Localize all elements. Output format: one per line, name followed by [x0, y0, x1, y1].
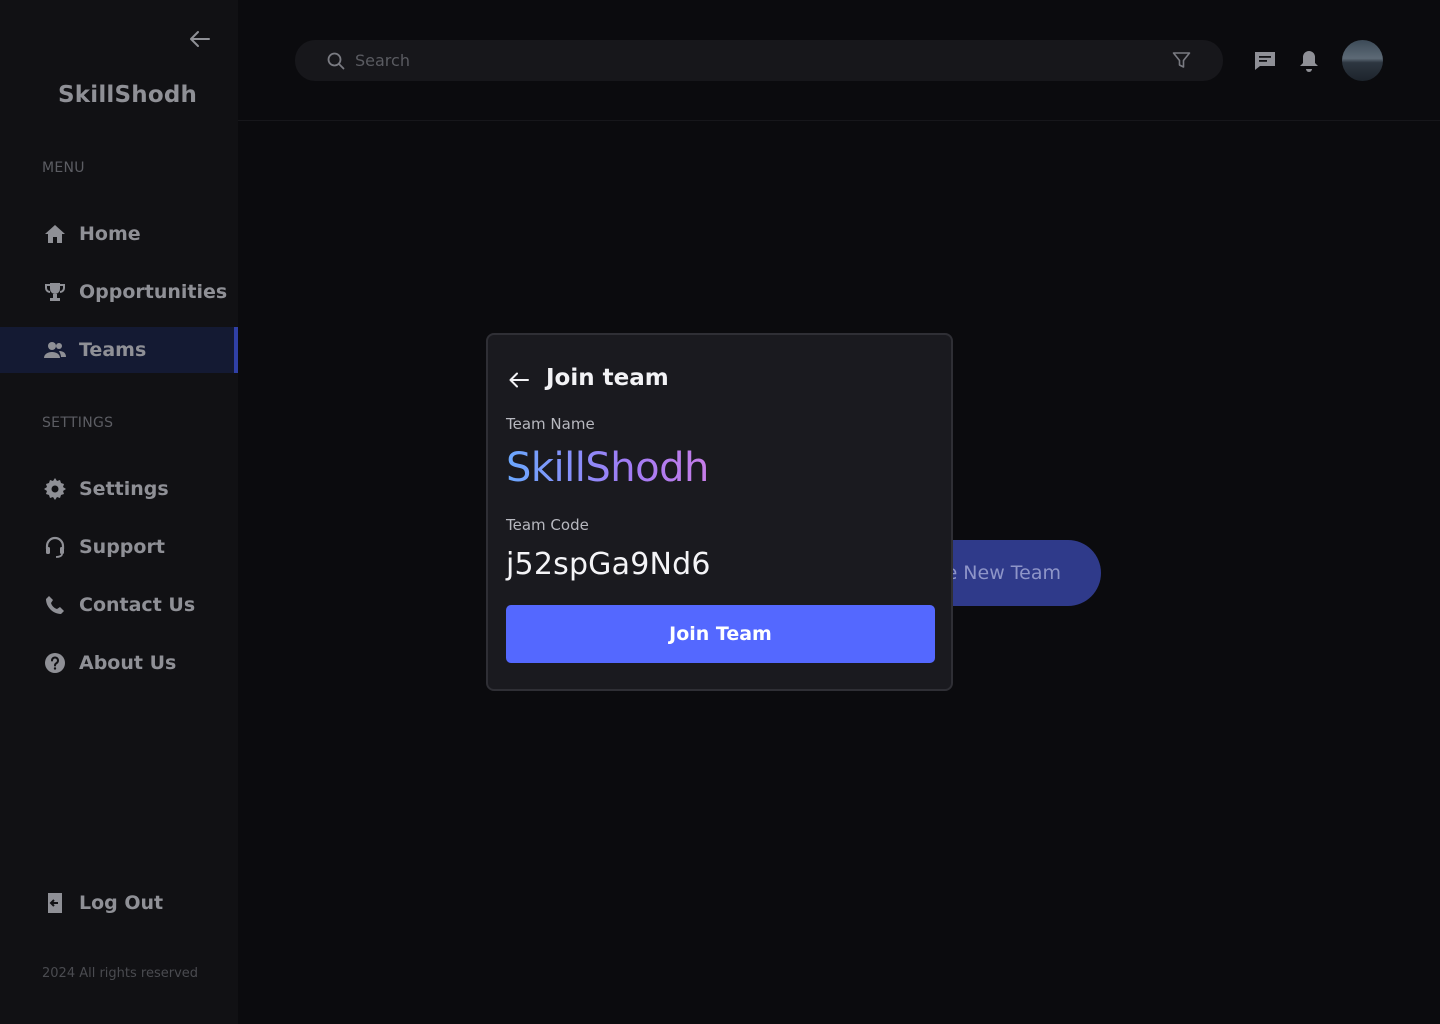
sidebar-item-contact-us[interactable]: Contact Us	[0, 582, 238, 628]
menu-section-label: MENU	[42, 160, 85, 176]
arrow-left-icon	[509, 372, 529, 388]
sidebar: SkillShodh MENU Home Opportunities Teams…	[0, 0, 238, 1024]
modal-title: Join team	[546, 365, 669, 391]
sidebar-item-label: Settings	[79, 478, 169, 500]
team-code-label: Team Code	[506, 516, 589, 534]
copyright-text: 2024 All rights reserved	[42, 966, 199, 981]
search-input[interactable]	[355, 51, 1135, 70]
arrow-left-icon	[190, 31, 210, 47]
collapse-sidebar-button[interactable]	[186, 26, 214, 52]
header-divider	[238, 120, 1440, 121]
settings-section-label: SETTINGS	[42, 415, 114, 431]
gear-icon	[44, 478, 66, 500]
team-name-value: SkillShodh	[506, 445, 709, 491]
trophy-icon	[44, 281, 66, 303]
team-icon	[44, 339, 66, 361]
sidebar-item-home[interactable]: Home	[0, 211, 238, 257]
home-icon	[44, 223, 66, 245]
sidebar-item-settings[interactable]: Settings	[0, 466, 238, 512]
filter-icon[interactable]	[1172, 51, 1191, 70]
modal-back-button[interactable]	[506, 367, 532, 393]
logout-button[interactable]: Log Out	[0, 880, 238, 926]
brand-logo: SkillShodh	[58, 82, 198, 108]
join-team-modal: Join team Team Name SkillShodh Team Code…	[486, 333, 953, 691]
sidebar-item-opportunities[interactable]: Opportunities	[0, 269, 238, 315]
logout-icon	[44, 892, 66, 914]
sidebar-item-about-us[interactable]: About Us	[0, 640, 238, 686]
help-circle-icon	[44, 652, 66, 674]
headset-icon	[44, 536, 66, 558]
phone-icon	[44, 594, 66, 616]
join-team-button[interactable]: Join Team	[506, 605, 935, 663]
team-code-value: j52spGa9Nd6	[506, 547, 711, 582]
notification-bell-icon[interactable]	[1296, 48, 1322, 74]
search-icon	[327, 52, 345, 70]
sidebar-item-label: Support	[79, 536, 165, 558]
sidebar-item-support[interactable]: Support	[0, 524, 238, 570]
team-name-label: Team Name	[506, 415, 595, 433]
sidebar-item-label: About Us	[79, 652, 177, 674]
sidebar-item-label: Home	[79, 223, 141, 245]
sidebar-item-label: Opportunities	[79, 281, 228, 303]
messages-icon[interactable]	[1252, 48, 1278, 74]
sidebar-item-teams[interactable]: Teams	[0, 327, 238, 373]
sidebar-item-label: Teams	[79, 339, 147, 361]
sidebar-item-label: Contact Us	[79, 594, 196, 616]
create-team-label: e New Team	[945, 562, 1061, 584]
search-bar	[295, 40, 1223, 81]
logout-label: Log Out	[79, 892, 164, 914]
avatar[interactable]	[1342, 40, 1383, 81]
